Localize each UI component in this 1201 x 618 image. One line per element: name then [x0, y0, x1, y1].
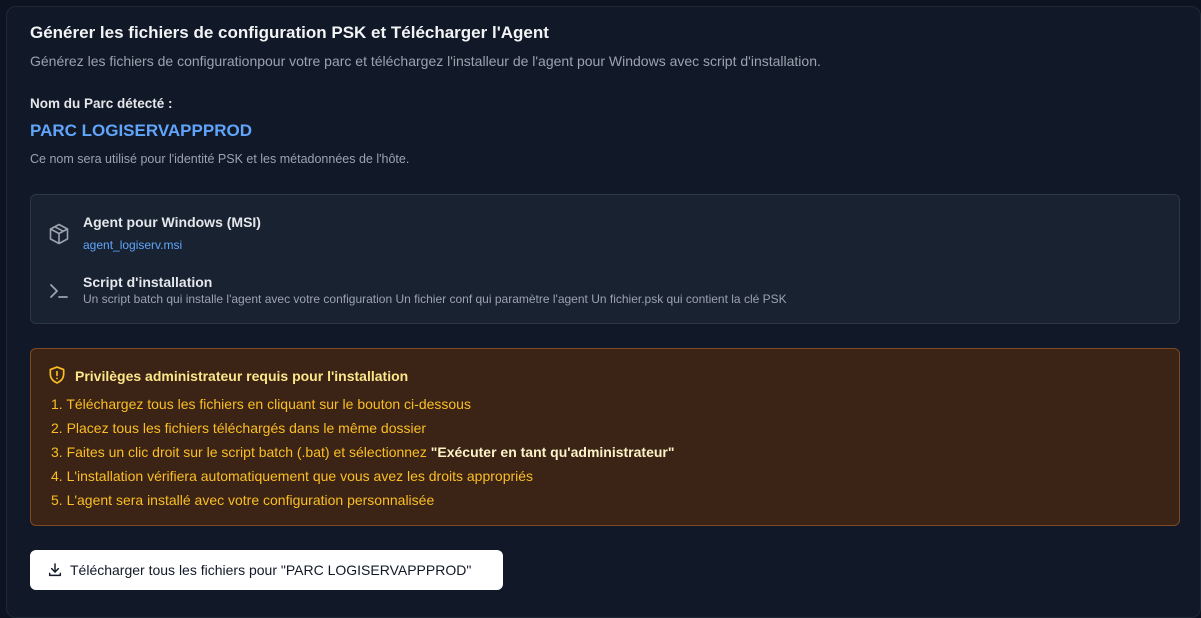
config-card: Générer les fichiers de configuration PS…	[6, 6, 1201, 618]
admin-warning: Privilèges administrateur requis pour l'…	[30, 348, 1180, 526]
msi-download-link[interactable]: agent_logiserv.msi	[83, 238, 182, 252]
install-step-text: 3. Faites un clic droit sur le script ba…	[51, 444, 431, 460]
park-note: Ce nom sera utilisé pour l'identité PSK …	[30, 152, 410, 166]
terminal-icon	[50, 284, 68, 298]
install-step: 1. Téléchargez tous les fichiers en cliq…	[51, 396, 471, 412]
shield-alert-icon	[49, 366, 65, 384]
park-label: Nom du Parc détecté :	[30, 96, 173, 111]
install-step: 5. L'agent sera installé avec votre conf…	[51, 492, 435, 508]
page-title: Générer les fichiers de configuration PS…	[30, 23, 549, 42]
files-box: Agent pour Windows (MSI) agent_logiserv.…	[30, 194, 1180, 324]
script-description: Un script batch qui installe l'agent ave…	[83, 292, 787, 306]
install-step: 2. Placez tous les fichiers téléchargés …	[51, 420, 427, 436]
msi-title: Agent pour Windows (MSI)	[83, 214, 261, 230]
install-step-emphasis: "Exécuter en tant qu'administrateur"	[430, 444, 675, 460]
install-step: 4. L'installation vérifiera automatiquem…	[51, 468, 534, 484]
install-step: 3. Faites un clic droit sur le script ba…	[51, 442, 675, 466]
script-title: Script d'installation	[83, 274, 213, 290]
package-icon	[49, 223, 69, 245]
install-steps: 1. Téléchargez tous les fichiers en cliq…	[51, 394, 675, 514]
download-button-label: Télécharger tous les fichiers pour "PARC…	[70, 562, 472, 578]
park-name: PARC LOGISERVAPPPROD	[30, 121, 252, 140]
page-subtitle: Générez les fichiers de configurationpou…	[30, 53, 821, 69]
warning-title: Privilèges administrateur requis pour l'…	[75, 368, 409, 384]
download-all-button[interactable]: Télécharger tous les fichiers pour "PARC…	[30, 550, 503, 590]
download-icon	[48, 563, 62, 577]
